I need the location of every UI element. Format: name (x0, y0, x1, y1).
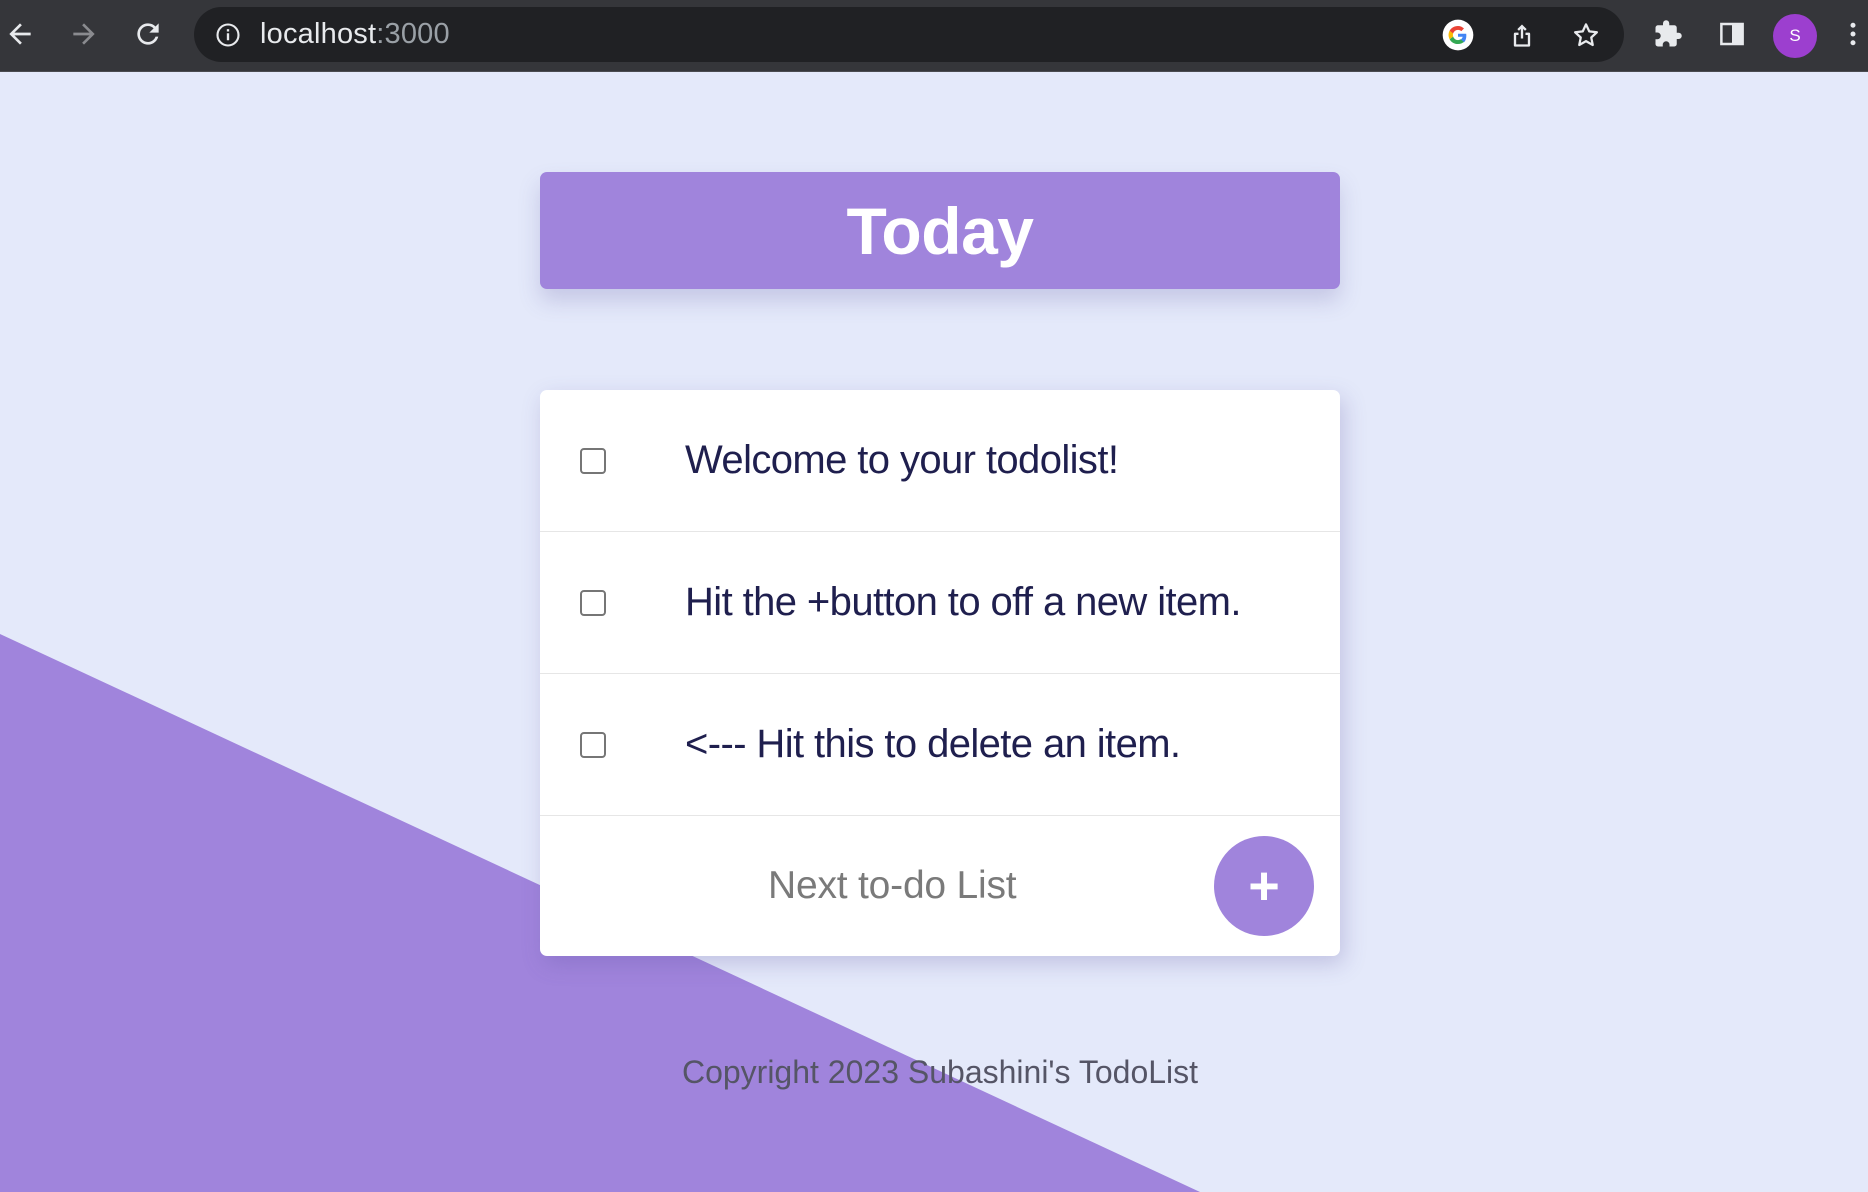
url-host: localhost (260, 18, 377, 50)
todo-item-text: Welcome to your todolist! (685, 438, 1119, 482)
todo-item: Welcome to your todolist! (540, 390, 1340, 532)
reload-icon[interactable] (128, 14, 168, 54)
side-panel-icon[interactable] (1712, 14, 1752, 54)
todo-card: Welcome to your todolist! Hit the +butto… (540, 390, 1340, 956)
add-item-button[interactable]: + (1214, 836, 1314, 936)
google-icon[interactable] (1442, 19, 1474, 51)
todo-item-text: Hit the +button to off a new item. (685, 580, 1241, 624)
bookmark-star-icon[interactable] (1570, 19, 1602, 51)
more-menu-icon[interactable] (1838, 14, 1868, 54)
forward-arrow-icon[interactable] (64, 14, 104, 54)
page-content: Today Welcome to your todolist! Hit the … (0, 72, 1868, 1192)
new-item-row: Next to-do List + (540, 816, 1340, 956)
url-text: localhost:3000 (260, 7, 450, 62)
heading-box: Today (540, 172, 1340, 289)
browser-toolbar: localhost:3000 S (0, 0, 1868, 72)
profile-avatar[interactable]: S (1773, 14, 1817, 58)
avatar-letter: S (1789, 26, 1801, 45)
address-bar[interactable]: localhost:3000 (194, 7, 1624, 62)
url-port: :3000 (376, 18, 450, 50)
extensions-icon[interactable] (1648, 14, 1688, 54)
share-icon[interactable] (1506, 19, 1538, 51)
todo-checkbox[interactable] (580, 448, 606, 474)
todo-checkbox[interactable] (580, 732, 606, 758)
todo-item: Hit the +button to off a new item. (540, 532, 1340, 674)
todo-item: <--- Hit this to delete an item. (540, 674, 1340, 816)
footer-copyright: Copyright 2023 Subashini's TodoList (681, 1054, 1199, 1090)
todo-checkbox[interactable] (580, 590, 606, 616)
todo-item-text: <--- Hit this to delete an item. (685, 722, 1181, 766)
page-title: Today (846, 193, 1034, 268)
back-arrow-icon[interactable] (0, 14, 40, 54)
new-item-input[interactable]: Next to-do List (768, 864, 1017, 908)
info-icon[interactable] (214, 21, 242, 49)
